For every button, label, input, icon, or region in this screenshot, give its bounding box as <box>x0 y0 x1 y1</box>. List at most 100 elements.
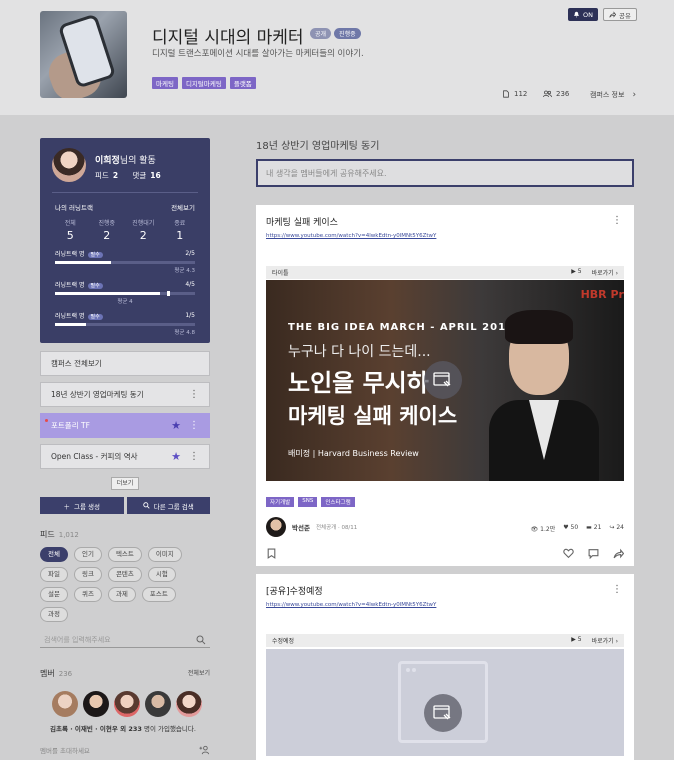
compose-input[interactable]: 내 생각을 멤버들에게 공유해주세요. <box>256 159 634 187</box>
heart-icon[interactable] <box>563 548 574 559</box>
video-line-3: 마케팅 실패 케이스 <box>288 404 458 428</box>
post-tags: 자기개발 SNS 인스타그램 <box>266 497 355 507</box>
filter-chip[interactable]: 링크 <box>73 567 102 582</box>
track-name: 러닝트랙 명 <box>55 313 85 320</box>
post-title[interactable]: 마케팅 실패 케이스 <box>266 215 338 228</box>
divider <box>52 192 198 193</box>
nav-item-group[interactable]: Open Class - 커피의 역사 ★ ⋮ <box>40 444 210 469</box>
shares: ↪ 24 <box>609 524 624 531</box>
filter-chip[interactable]: 시험 <box>147 567 176 582</box>
filter-chip[interactable]: 포스트 <box>141 587 176 602</box>
filter-chip[interactable]: 인기 <box>73 547 102 562</box>
notification-on-button[interactable]: ON <box>568 8 598 21</box>
search-icon[interactable] <box>196 635 206 645</box>
avatar[interactable] <box>52 691 78 717</box>
comment-icon[interactable] <box>588 548 599 559</box>
link-play-icon[interactable] <box>424 361 462 399</box>
track-progress-bar <box>55 323 195 326</box>
link-play-icon[interactable] <box>424 694 462 732</box>
filter-chip[interactable]: 퀴즈 <box>73 587 102 602</box>
summary-value: 2 <box>139 229 147 242</box>
learning-track-item[interactable]: 러닝트랙 명 필수 2/5 평균 4.3 <box>55 249 195 274</box>
add-user-icon[interactable] <box>199 745 210 755</box>
avatar[interactable] <box>114 691 140 717</box>
track-average: 평균 4.3 <box>174 268 195 274</box>
post-card: [공유]수정예정 ⋮ https://www.youtube.com/watch… <box>256 574 634 760</box>
group-title: 디지털 시대의 마케터 <box>152 28 304 48</box>
share-icon: ↪ <box>609 524 615 531</box>
member-view-all[interactable]: 전체보기 <box>188 668 210 679</box>
embed-go-link[interactable]: 바로가기 › <box>592 268 618 277</box>
show-more-button[interactable]: 더보기 <box>111 477 139 490</box>
user-name: 이희정 <box>95 156 120 166</box>
post-visibility-date: 전체공개 · 08/11 <box>315 525 358 531</box>
post-link[interactable]: https://www.youtube.com/watch?v=4lwkEdtn… <box>266 233 436 239</box>
campus-info-link[interactable]: 캠퍼스 정보 › <box>590 90 636 100</box>
feed-search-input[interactable]: 검색어를 입력해주세요 <box>40 632 210 648</box>
filter-chip[interactable]: 콘텐츠 <box>107 567 142 582</box>
embed-title: 타이틀 <box>272 270 289 277</box>
more-vertical-icon[interactable]: ⋮ <box>612 215 622 226</box>
group-name-heading: 18년 상반기 영업마케팅 동기 <box>256 141 380 152</box>
search-icon <box>143 502 150 509</box>
nav-item-group-active[interactable]: 포트폴리 TF ★ ⋮ <box>40 413 210 438</box>
group-cover-image <box>40 11 127 98</box>
filter-chip[interactable]: 과제 <box>107 587 136 602</box>
post-title[interactable]: [공유]수정예정 <box>266 584 323 597</box>
summary-label: 진행대기 <box>132 220 155 227</box>
more-vertical-icon[interactable]: ⋮ <box>189 451 199 462</box>
video-thumbnail[interactable]: THE BIG IDEA MARCH - APRIL 2019 누구나 다 나이… <box>266 280 624 481</box>
group-header: 디지털 시대의 마케터 공개 진행중 디지털 트랜스포메이션 시대를 살아가는 … <box>0 0 674 115</box>
feed-count: 2 <box>112 171 119 180</box>
bookmark-icon[interactable] <box>266 548 277 559</box>
comment-icon: ▬ <box>586 524 592 531</box>
post-metrics: 👁 1.2만 ♥ 50 ▬ 21 ↪ 24 <box>531 524 624 533</box>
video-kicker: THE BIG IDEA MARCH - APRIL 2019 <box>288 322 514 333</box>
tag[interactable]: 디지털마케팅 <box>181 77 226 89</box>
more-vertical-icon[interactable]: ⋮ <box>189 389 199 400</box>
tag[interactable]: 플랫폼 <box>229 77 256 89</box>
tag[interactable]: SNS <box>298 497 318 507</box>
member-count: 236 <box>58 670 73 678</box>
nav-item-group[interactable]: 18년 상반기 영업마케팅 동기 ⋮ <box>40 382 210 407</box>
public-badge: 공개 <box>310 28 332 39</box>
embed-count: ▶ 5 <box>571 268 582 275</box>
filter-chip[interactable]: 전체 <box>40 547 68 562</box>
post-link[interactable]: https://www.youtube.com/watch?v=4lwkEdtn… <box>266 602 436 608</box>
more-vertical-icon[interactable]: ⋮ <box>612 584 622 595</box>
learning-track-view-all[interactable]: 전체보기 <box>171 202 195 212</box>
heart-icon: ♥ <box>563 524 569 531</box>
share-icon[interactable] <box>613 548 624 559</box>
star-icon[interactable]: ★ <box>171 450 181 463</box>
link-preview-placeholder[interactable] <box>266 649 624 756</box>
nav-item-campus-all[interactable]: 캠퍼스 전체보기 <box>40 351 210 376</box>
share-button[interactable]: 공유 <box>603 8 637 21</box>
more-vertical-icon[interactable]: ⋮ <box>189 420 199 431</box>
tag[interactable]: 마케팅 <box>152 77 178 89</box>
feed-section-title: 피드 1,012 <box>40 530 79 539</box>
embed-bar: 타이틀 ▶ 5 바로가기 › <box>266 266 624 279</box>
filter-chip[interactable]: 과정 <box>40 607 68 622</box>
embed-title: 수정예정 <box>272 638 295 645</box>
create-group-button[interactable]: ＋ 그룹 생성 <box>40 497 124 514</box>
required-pill: 필수 <box>87 252 103 258</box>
summary-label: 전체 <box>64 220 76 227</box>
avatar[interactable] <box>145 691 171 717</box>
filter-chip[interactable]: 이미지 <box>147 547 182 562</box>
tag[interactable]: 인스타그램 <box>321 497 355 507</box>
star-icon[interactable]: ★ <box>171 419 181 432</box>
group-badges: 공개 진행중 <box>310 28 361 39</box>
learning-track-item[interactable]: 러닝트랙 명 필수 1/5 평균 4.8 <box>55 311 195 336</box>
avatar[interactable] <box>176 691 202 717</box>
embed-go-link[interactable]: 바로가기 › <box>592 636 618 645</box>
filter-chip[interactable]: 파일 <box>40 567 68 582</box>
tag[interactable]: 자기개발 <box>266 497 295 507</box>
learning-track-item[interactable]: 러닝트랙 명 필수 4/5 평균 4 <box>55 280 195 305</box>
post-author[interactable]: 박선준 전체공개 · 08/11 <box>266 517 357 537</box>
member-invite-input[interactable]: 멤버를 초대하세요 <box>40 745 210 755</box>
avatar[interactable] <box>83 691 109 717</box>
required-pill: 필수 <box>87 314 103 320</box>
search-group-button[interactable]: 다른 그룹 검색 <box>126 497 210 514</box>
filter-chip[interactable]: 텍스트 <box>107 547 142 562</box>
filter-chip[interactable]: 설문 <box>40 587 68 602</box>
